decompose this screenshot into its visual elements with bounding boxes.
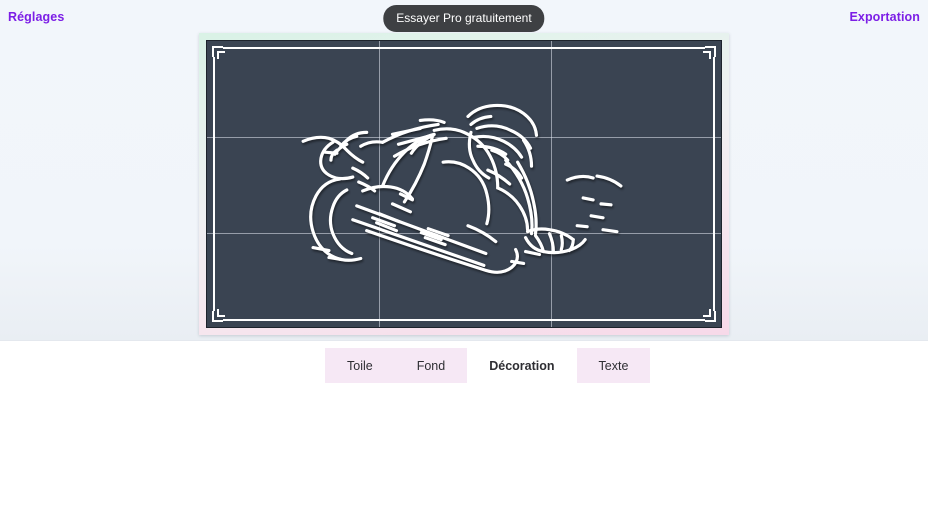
export-link[interactable]: Exportation — [849, 10, 920, 24]
tools-panel: Toile Fond Décoration Texte ✓ — [0, 340, 928, 507]
try-pro-button[interactable]: Essayer Pro gratuitement — [383, 5, 545, 32]
tab-texte[interactable]: Texte — [576, 348, 651, 383]
snowboarder-artwork — [301, 103, 623, 274]
tab-fond[interactable]: Fond — [394, 348, 468, 383]
tab-bar: Toile Fond Décoration Texte — [325, 348, 651, 383]
canvas-stage: Réglages Essayer Pro gratuitement Export… — [0, 0, 928, 340]
top-header: Réglages Essayer Pro gratuitement Export… — [0, 0, 928, 34]
tab-decoration[interactable]: Décoration — [467, 348, 577, 383]
canvas-surface[interactable] — [206, 40, 722, 328]
editor-app: Réglages Essayer Pro gratuitement Export… — [0, 0, 928, 507]
tab-toile[interactable]: Toile — [325, 348, 395, 383]
settings-link[interactable]: Réglages — [8, 10, 64, 24]
canvas-frame[interactable] — [199, 33, 729, 335]
